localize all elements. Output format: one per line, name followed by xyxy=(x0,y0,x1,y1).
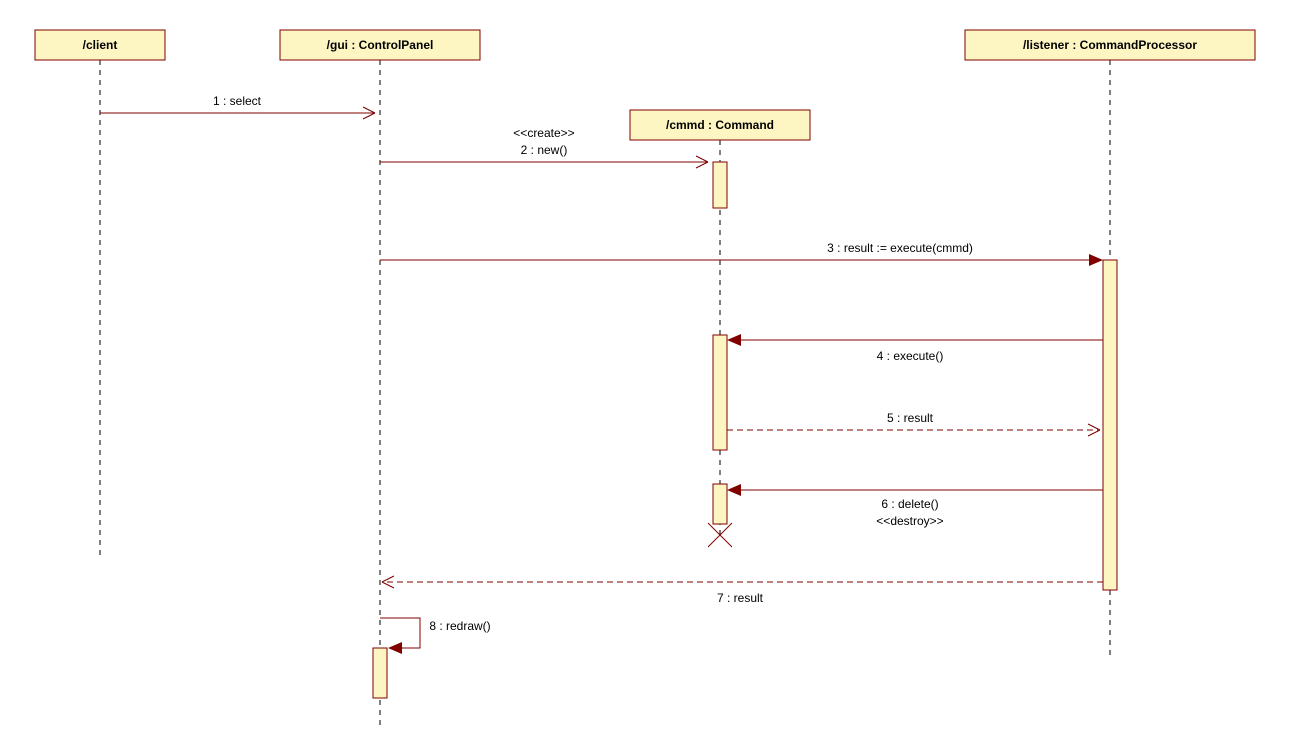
message-execute-cmmd: 3 : result := execute(cmmd) xyxy=(380,241,1103,266)
lifeline-cmmd-label: /cmmd : Command xyxy=(666,118,774,132)
lifeline-listener-label: /listener : CommandProcessor xyxy=(1023,38,1197,52)
lifeline-client-label: /client xyxy=(83,38,118,52)
lifeline-gui-label: /gui : ControlPanel xyxy=(327,38,434,52)
lifeline-cmmd: /cmmd : Command xyxy=(630,110,810,140)
activation-cmmd-2 xyxy=(713,335,727,450)
message-select: 1 : select xyxy=(100,94,375,119)
sequence-diagram: /client /gui : ControlPanel /cmmd : Comm… xyxy=(0,0,1293,749)
lifeline-listener: /listener : CommandProcessor xyxy=(965,30,1255,60)
message-new-stereotype: <<create>> xyxy=(513,126,574,140)
message-delete: 6 : delete() <<destroy>> xyxy=(727,484,1103,528)
message-new-label: 2 : new() xyxy=(521,143,568,157)
message-result-2: 7 : result xyxy=(382,576,1103,605)
lifeline-client: /client xyxy=(35,30,165,60)
message-execute-cmmd-label: 3 : result := execute(cmmd) xyxy=(827,241,973,255)
message-delete-label: 6 : delete() xyxy=(881,497,938,511)
message-execute-label: 4 : execute() xyxy=(877,349,944,363)
message-result-1-label: 5 : result xyxy=(887,411,934,425)
message-delete-stereotype: <<destroy>> xyxy=(876,514,943,528)
destroy-icon xyxy=(708,523,732,547)
message-result-2-label: 7 : result xyxy=(717,591,764,605)
activation-listener-1 xyxy=(1103,260,1117,590)
lifeline-gui: /gui : ControlPanel xyxy=(280,30,480,60)
message-redraw: 8 : redraw() xyxy=(380,618,491,654)
activation-gui-1 xyxy=(373,648,387,698)
activation-cmmd-1 xyxy=(713,162,727,208)
message-execute: 4 : execute() xyxy=(727,334,1103,363)
activation-cmmd-3 xyxy=(713,484,727,524)
message-result-1: 5 : result xyxy=(727,411,1100,436)
message-redraw-label: 8 : redraw() xyxy=(429,619,490,633)
message-select-label: 1 : select xyxy=(213,94,262,108)
